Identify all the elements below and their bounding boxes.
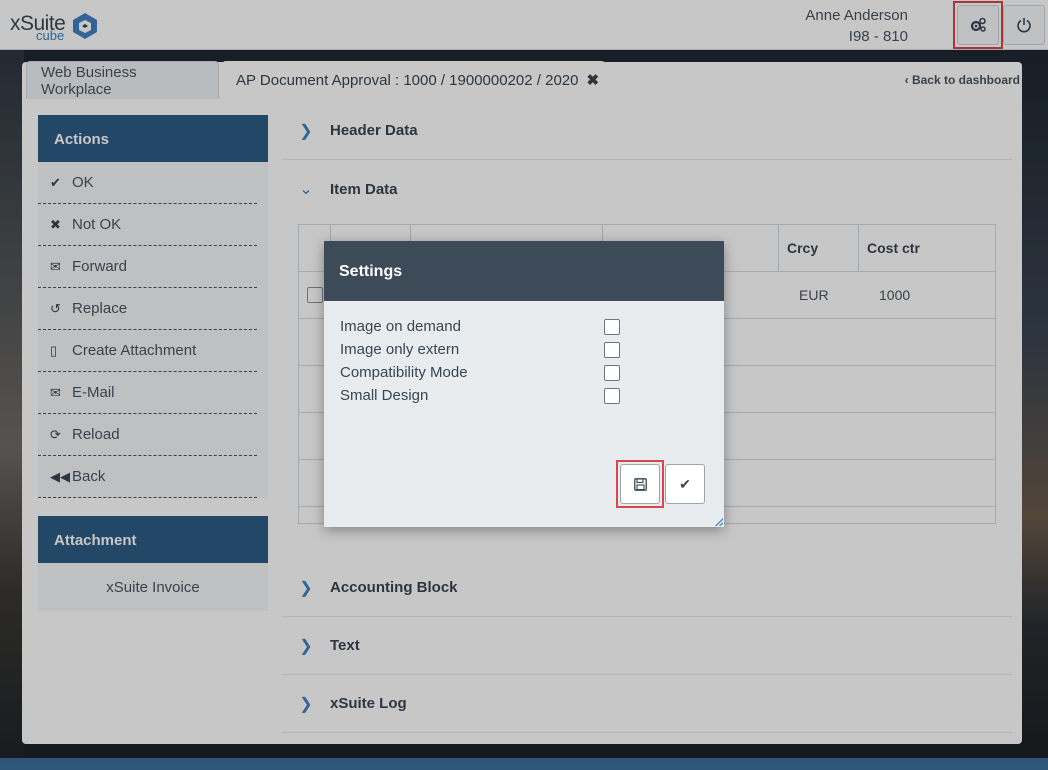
image-only-extern-checkbox[interactable] <box>604 341 620 358</box>
image-on-demand-checkbox[interactable] <box>604 318 620 335</box>
compatibility-mode-checkbox[interactable] <box>604 364 620 381</box>
dialog-title: Settings <box>324 241 724 301</box>
option-small-design: Small Design <box>340 384 620 407</box>
check-icon: ✔ <box>679 475 691 492</box>
option-compatibility-mode: Compatibility Mode <box>340 361 620 384</box>
save-highlight <box>616 460 664 508</box>
resize-handle[interactable] <box>715 518 723 526</box>
settings-dialog: Settings Image on demand Image only exte… <box>324 241 724 527</box>
confirm-button[interactable]: ✔ <box>665 464 705 504</box>
option-image-only-extern: Image only extern <box>340 338 620 361</box>
option-image-on-demand: Image on demand <box>340 315 620 338</box>
small-design-checkbox[interactable] <box>604 387 620 404</box>
